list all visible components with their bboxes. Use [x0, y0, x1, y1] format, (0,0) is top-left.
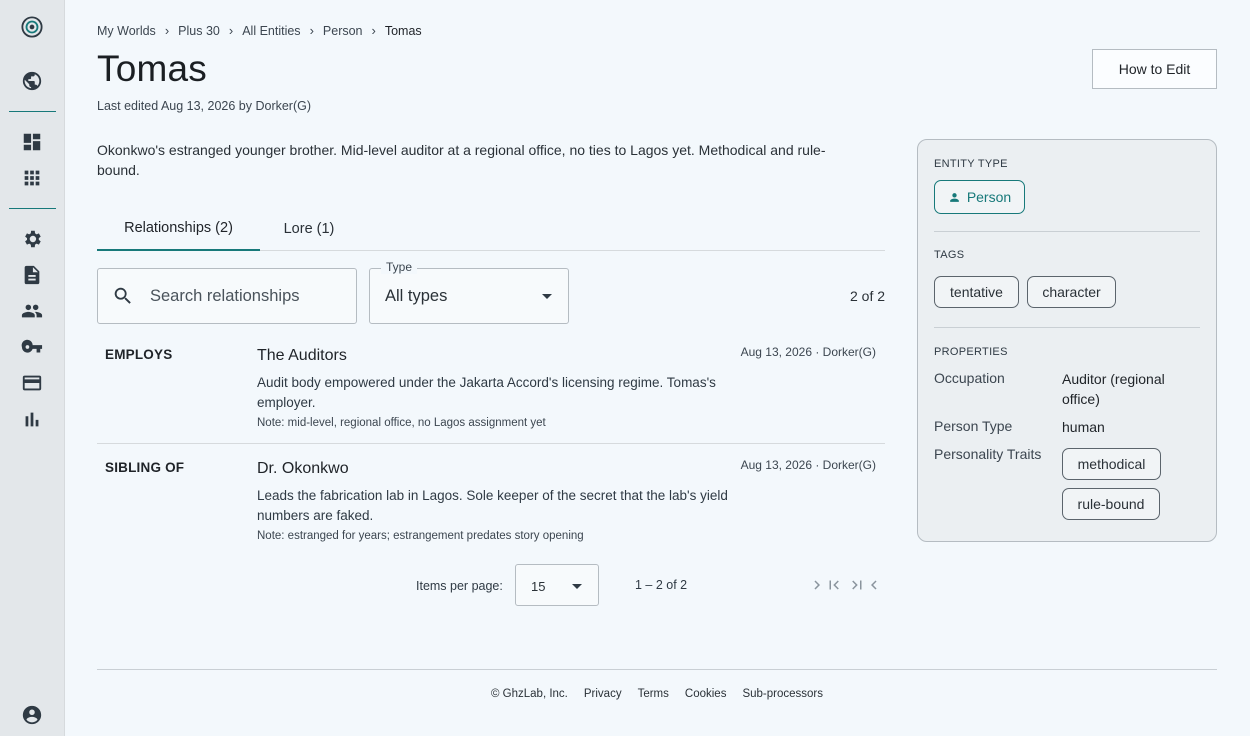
last-page-icon — [852, 580, 862, 590]
panel-divider — [934, 327, 1200, 328]
items-per-page-value: 15 — [531, 579, 546, 594]
globe-icon[interactable] — [20, 69, 44, 93]
tabs: Relationships (2) Lore (1) — [97, 207, 885, 251]
tab-lore[interactable]: Lore (1) — [260, 207, 358, 251]
tab-relationships[interactable]: Relationships (2) — [97, 207, 260, 251]
credit-card-icon[interactable] — [20, 371, 44, 395]
next-page-button[interactable] — [807, 575, 827, 595]
person-icon — [949, 192, 959, 202]
breadcrumb-current: Tomas — [384, 23, 422, 38]
properties-heading: PROPERTIES — [934, 346, 1008, 358]
last-page-button[interactable] — [847, 575, 867, 595]
footer-divider — [97, 669, 1217, 670]
tag-chip[interactable]: character — [1027, 276, 1116, 308]
type-select-value: All types — [385, 287, 448, 305]
property-label: Person Type — [934, 418, 1013, 434]
tag-chip[interactable]: tentative — [934, 276, 1019, 308]
relationship-row[interactable]: SIBLING OF Dr. Okonkwo Aug 13, 2026 · Do… — [97, 453, 885, 553]
chevron-left-icon — [871, 580, 877, 590]
dashboard-icon[interactable] — [20, 130, 44, 154]
last-edited: Last edited Aug 13, 2026 by Dorker(G) — [97, 99, 312, 113]
breadcrumb-my-worlds[interactable]: My Worlds — [97, 24, 156, 38]
chevron-right-icon: › — [228, 23, 234, 38]
relationship-type: EMPLOYS — [105, 347, 173, 362]
page-range: 1 – 2 of 2 — [635, 578, 688, 592]
people-icon[interactable] — [20, 299, 44, 323]
entity-type-label: Person — [966, 189, 1012, 205]
relationship-note: Note: mid-level, regional office, no Lag… — [257, 417, 546, 429]
bar-chart-icon[interactable] — [20, 407, 44, 431]
copyright: © GhzLab, Inc. — [491, 688, 568, 700]
first-page-icon — [829, 580, 839, 590]
trait-chip[interactable]: rule-bound — [1062, 488, 1160, 520]
sidebar-divider — [9, 111, 56, 112]
items-per-page-select[interactable]: 15 — [515, 564, 599, 606]
footer-link-cookies[interactable]: Cookies — [685, 688, 727, 700]
how-to-edit-button[interactable]: How to Edit — [1092, 49, 1217, 89]
entity-description: Okonkwo's estranged younger brother. Mid… — [97, 142, 826, 178]
property-value: Auditor (regional office) — [1062, 371, 1165, 407]
chevron-right-icon: › — [164, 23, 170, 38]
target-logo-icon[interactable] — [20, 15, 44, 39]
footer-link-privacy[interactable]: Privacy — [584, 688, 622, 700]
trait-chip[interactable]: methodical — [1062, 448, 1161, 480]
relationship-type: SIBLING OF — [105, 460, 185, 475]
breadcrumb-all-entities[interactable]: All Entities — [242, 24, 300, 38]
footer-link-sub-processors[interactable]: Sub-processors — [742, 688, 823, 700]
footer-link-terms[interactable]: Terms — [638, 688, 669, 700]
relationship-target[interactable]: Dr. Okonkwo — [257, 460, 349, 478]
sidebar — [0, 0, 65, 736]
document-icon[interactable] — [20, 263, 44, 287]
result-count: 2 of 2 — [850, 288, 886, 304]
search-icon — [114, 287, 131, 304]
relationship-note: Note: estranged for years; estrangement … — [257, 530, 584, 542]
gear-icon[interactable] — [20, 227, 44, 251]
property-label: Personality Traits — [934, 446, 1042, 462]
relationship-description: Leads the fabrication lab in Lagos. Sole… — [257, 488, 728, 523]
relationship-target[interactable]: The Auditors — [257, 347, 347, 365]
tags-heading: TAGS — [934, 249, 965, 261]
breadcrumb: My Worlds › Plus 30 › All Entities › Per… — [97, 23, 422, 38]
entity-type-chip[interactable]: Person — [934, 180, 1025, 214]
caret-down-icon — [542, 294, 552, 299]
first-page-button[interactable] — [824, 575, 844, 595]
grid-icon[interactable] — [20, 166, 44, 190]
chevron-right-icon: › — [371, 23, 376, 38]
breadcrumb-person[interactable]: Person — [323, 24, 363, 38]
type-select-label: Type — [381, 260, 418, 274]
relationship-row[interactable]: EMPLOYS The Auditors Aug 13, 2026 · Dork… — [97, 340, 885, 444]
previous-page-button[interactable] — [864, 575, 884, 595]
property-value: human — [1062, 419, 1105, 435]
items-per-page-label: Items per page: — [416, 579, 503, 593]
entity-type-heading: ENTITY TYPE — [934, 158, 1008, 170]
relationship-meta: Aug 13, 2026 · Dorker(G) — [740, 458, 876, 472]
chevron-right-icon — [814, 580, 820, 590]
chevron-right-icon: › — [309, 23, 314, 38]
search-field — [97, 268, 357, 324]
main-content: My Worlds › Plus 30 › All Entities › Per… — [97, 0, 1217, 736]
caret-down-icon — [572, 584, 582, 589]
property-label: Occupation — [934, 370, 1005, 386]
entity-info-panel: ENTITY TYPE Person TAGS tentative charac… — [917, 139, 1217, 542]
panel-divider — [934, 231, 1200, 232]
key-icon[interactable] — [20, 335, 44, 359]
breadcrumb-plus-30[interactable]: Plus 30 — [178, 24, 220, 38]
footer: © GhzLab, Inc. Privacy Terms Cookies Sub… — [491, 688, 839, 700]
relationship-meta: Aug 13, 2026 · Dorker(G) — [740, 345, 876, 359]
type-select[interactable]: Type All types — [369, 260, 569, 324]
sidebar-divider — [9, 208, 56, 209]
search-input[interactable] — [150, 286, 330, 306]
relationship-description: Audit body empowered under the Jakarta A… — [257, 375, 716, 410]
account-circle-icon[interactable] — [20, 703, 44, 727]
page-title: Tomas — [97, 48, 207, 89]
